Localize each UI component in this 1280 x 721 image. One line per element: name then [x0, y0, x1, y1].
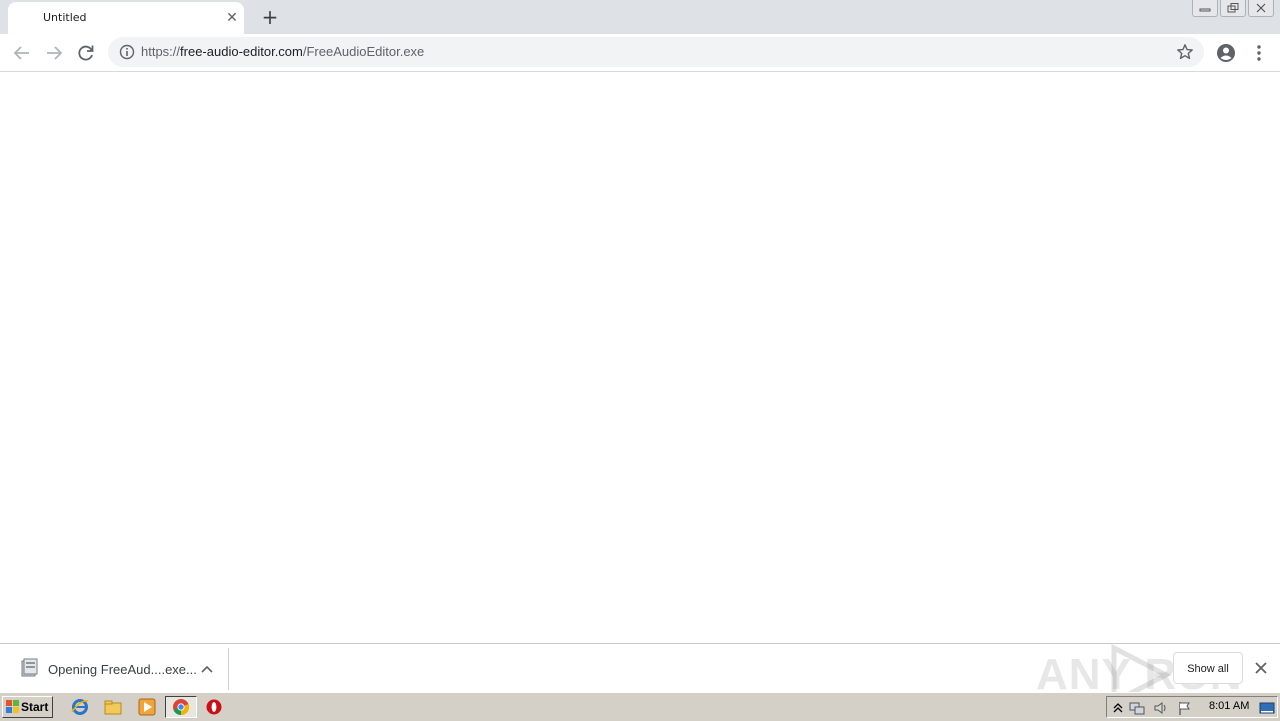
browser-toolbar: https://free-audio-editor.com/FreeAudioE…	[0, 34, 1280, 72]
download-bar: Opening FreeAud....exe... ANY RUN Show a…	[0, 643, 1280, 707]
info-icon[interactable]	[119, 44, 135, 60]
back-button[interactable]	[11, 42, 33, 64]
tab-close-icon[interactable]: ✕	[224, 10, 240, 26]
menu-button[interactable]	[1248, 42, 1270, 64]
page-content	[0, 72, 1280, 643]
restore-button[interactable]	[1220, 0, 1246, 17]
internet-explorer-icon[interactable]	[71, 698, 89, 716]
close-window-button[interactable]	[1248, 0, 1274, 17]
url-path: /FreeAudioEditor.exe	[302, 44, 425, 59]
action-center-flag-icon[interactable]	[1177, 700, 1193, 716]
chevron-up-icon[interactable]	[200, 662, 214, 676]
reload-icon	[78, 45, 94, 61]
close-icon[interactable]	[1253, 660, 1269, 676]
url-host: free-audio-editor.com	[180, 44, 303, 59]
file-icon	[21, 658, 38, 677]
tab-strip: Untitled ✕ +	[0, 0, 1280, 34]
window-controls	[1190, 0, 1274, 18]
taskbar-clock[interactable]: 8:01 AM	[1209, 700, 1249, 712]
windows-logo-icon	[6, 700, 19, 713]
star-icon[interactable]	[1176, 43, 1194, 61]
restore-icon	[1227, 3, 1239, 13]
address-bar[interactable]: https://free-audio-editor.com/FreeAudioE…	[108, 37, 1204, 67]
system-tray: 8:01 AM	[1106, 696, 1278, 718]
new-tab-plus-icon[interactable]: +	[258, 5, 282, 29]
reload-button[interactable]	[75, 42, 97, 64]
tab-title: Untitled	[43, 11, 87, 24]
taskbar-chrome-button[interactable]	[165, 696, 197, 718]
network-icon[interactable]	[1129, 700, 1145, 716]
file-explorer-icon[interactable]	[104, 698, 122, 716]
arrow-right-icon	[47, 46, 63, 60]
start-label: Start	[21, 700, 49, 714]
tab-untitled[interactable]: Untitled ✕	[8, 2, 244, 34]
kebab-menu-icon	[1257, 45, 1261, 61]
profile-button[interactable]	[1215, 42, 1237, 64]
account-icon	[1217, 44, 1235, 62]
close-icon	[1256, 3, 1266, 13]
minimize-button[interactable]	[1192, 0, 1218, 17]
volume-icon[interactable]	[1153, 700, 1169, 716]
forward-button[interactable]	[43, 42, 65, 64]
arrow-left-icon	[13, 46, 29, 60]
media-player-icon[interactable]	[138, 698, 156, 716]
url-text[interactable]: https://free-audio-editor.com/FreeAudioE…	[141, 44, 424, 59]
minimize-icon	[1199, 8, 1211, 12]
download-item-label: Opening FreeAud....exe...	[48, 662, 197, 677]
show-hidden-icons-icon[interactable]	[1110, 700, 1126, 716]
opera-icon[interactable]	[205, 698, 223, 716]
show-desktop-icon[interactable]	[1259, 700, 1275, 716]
download-item[interactable]: Opening FreeAud....exe...	[4, 648, 229, 690]
url-scheme: https://	[141, 44, 181, 59]
show-all-button[interactable]: Show all	[1173, 652, 1243, 684]
chrome-icon	[173, 699, 190, 716]
start-button[interactable]: Start	[2, 696, 53, 718]
taskbar: Start 8:01 AM	[0, 692, 1280, 721]
